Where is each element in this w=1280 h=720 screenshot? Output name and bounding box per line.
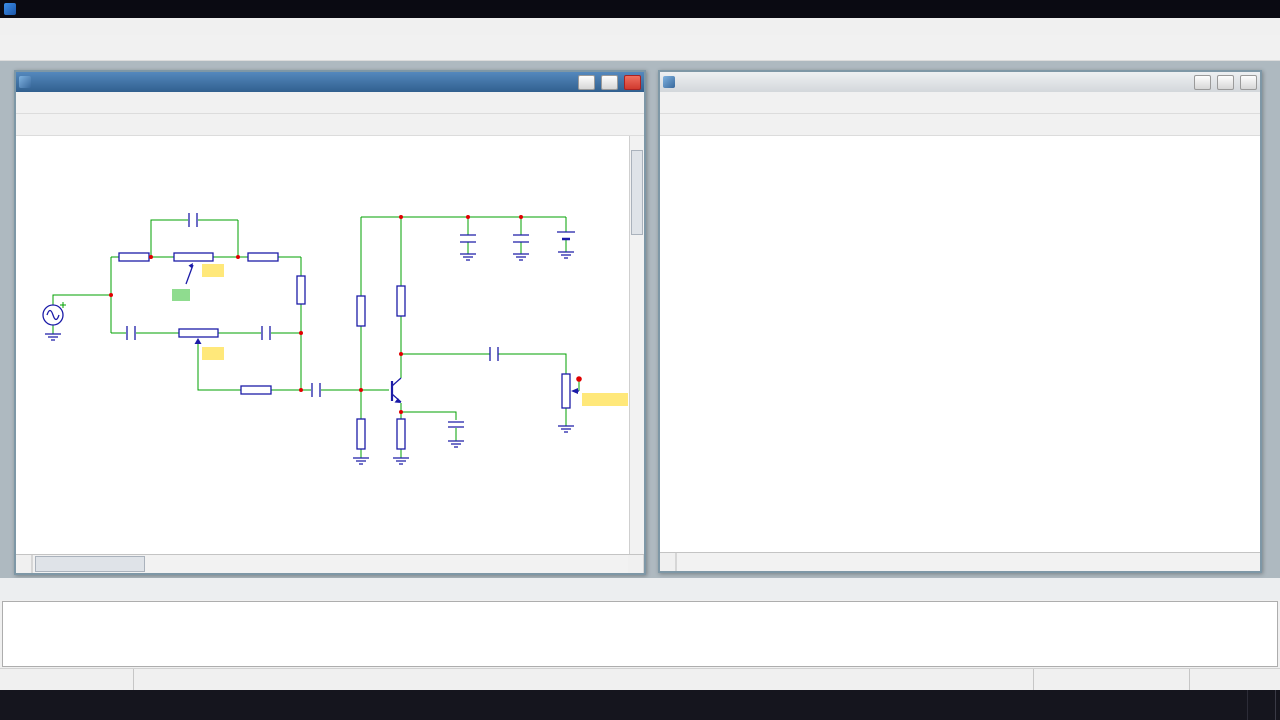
schematic-tab-strip bbox=[16, 554, 644, 573]
taskbar bbox=[0, 690, 1280, 720]
capacitor-c5-symbol[interactable] bbox=[448, 422, 464, 427]
text-output-panel[interactable] bbox=[2, 601, 1278, 667]
capacitor-c2-symbol[interactable] bbox=[189, 213, 197, 227]
main-toolbar bbox=[0, 35, 1280, 61]
source-v1-symbol[interactable] bbox=[43, 305, 63, 325]
show-desktop-button[interactable] bbox=[1275, 690, 1280, 720]
x1-setting-bg bbox=[172, 289, 190, 301]
status-bar bbox=[0, 668, 1280, 690]
schematic-vertical-scrollbar[interactable] bbox=[629, 136, 644, 554]
bass-tag-bg bbox=[202, 264, 224, 277]
mdi-area bbox=[0, 61, 1280, 578]
schematic-horizontal-scrollbar[interactable] bbox=[16, 555, 644, 573]
action-center-icon[interactable] bbox=[1247, 690, 1275, 720]
scroll-track[interactable] bbox=[676, 553, 1260, 571]
schematic-canvas[interactable] bbox=[16, 136, 629, 554]
schematic-window-titlebar[interactable] bbox=[16, 72, 644, 92]
schematic-restore-button[interactable] bbox=[601, 75, 618, 90]
collapse-button[interactable] bbox=[660, 553, 676, 571]
schematic-drawing[interactable] bbox=[16, 136, 629, 554]
transistor-q1-symbol[interactable] bbox=[392, 378, 401, 403]
volume-tag-bg bbox=[582, 393, 628, 406]
plot-close-button[interactable] bbox=[1240, 75, 1257, 90]
status-spacer bbox=[1190, 669, 1280, 690]
document-tabs bbox=[0, 578, 1280, 600]
scroll-up-icon[interactable] bbox=[630, 136, 644, 150]
ac-analysis-icon bbox=[663, 76, 675, 88]
capacitor-c8-symbol[interactable] bbox=[490, 347, 498, 361]
scroll-track[interactable] bbox=[630, 150, 644, 540]
menu-bar bbox=[0, 18, 1280, 35]
app-icon bbox=[4, 3, 16, 15]
scroll-right-icon[interactable] bbox=[628, 555, 644, 573]
system-tray bbox=[1215, 690, 1280, 720]
status-hint bbox=[134, 669, 1034, 690]
scroll-thumb[interactable] bbox=[35, 556, 145, 572]
plot-toolbar-2 bbox=[660, 114, 1260, 136]
capacitor-c6-symbol[interactable] bbox=[513, 235, 529, 242]
capacitor-c7-symbol[interactable] bbox=[460, 235, 476, 242]
scroll-left-icon[interactable] bbox=[16, 555, 32, 573]
schematic-toolbar-2 bbox=[16, 114, 644, 136]
node-dots bbox=[109, 215, 582, 414]
plot-minimize-button[interactable] bbox=[1194, 75, 1211, 90]
ac-analysis-plot[interactable] bbox=[660, 136, 1260, 552]
capacitor-c1-symbol[interactable] bbox=[127, 326, 135, 340]
resistor-r5-symbol[interactable] bbox=[397, 419, 405, 449]
schematic-close-button[interactable] bbox=[624, 75, 641, 90]
scroll-down-icon[interactable] bbox=[630, 540, 644, 554]
scroll-track[interactable] bbox=[32, 555, 628, 573]
app-titlebar bbox=[0, 0, 1280, 18]
schematic-toolbar-1 bbox=[16, 92, 644, 114]
resistor-r7-symbol[interactable] bbox=[357, 296, 365, 326]
plot-canvas[interactable] bbox=[660, 136, 1260, 552]
component-symbols[interactable] bbox=[43, 213, 579, 464]
treble-tag-bg bbox=[202, 347, 224, 360]
plot-toolbar-1 bbox=[660, 92, 1260, 114]
schematic-window bbox=[14, 70, 646, 575]
resistor-r2-symbol[interactable] bbox=[248, 253, 278, 261]
resistor-r4-symbol[interactable] bbox=[241, 386, 271, 394]
resistor-r8-symbol[interactable] bbox=[397, 286, 405, 316]
out-node-dot bbox=[576, 376, 582, 382]
schematic-document-icon bbox=[19, 76, 31, 88]
schematic-tags[interactable] bbox=[172, 264, 628, 406]
resistor-r1-symbol[interactable] bbox=[119, 253, 149, 261]
micro-cap-application: { "titlebar":{"title":"Micro-Cap 11.0.1.… bbox=[0, 0, 1280, 720]
schematic-minimize-button[interactable] bbox=[578, 75, 595, 90]
potentiometer-x2-symbol[interactable] bbox=[179, 329, 218, 344]
scroll-thumb[interactable] bbox=[631, 150, 643, 235]
resistor-r6-symbol[interactable] bbox=[357, 419, 365, 449]
status-mode bbox=[0, 669, 134, 690]
plot-restore-button[interactable] bbox=[1217, 75, 1234, 90]
battery-v2-symbol[interactable] bbox=[557, 232, 575, 239]
capacitor-c4-symbol[interactable] bbox=[312, 383, 320, 397]
capacitor-c3-symbol[interactable] bbox=[262, 326, 270, 340]
plot-tab-strip bbox=[660, 552, 1260, 571]
ac-analysis-window bbox=[658, 70, 1262, 573]
resistor-r3-symbol[interactable] bbox=[297, 276, 305, 304]
ground-symbols bbox=[45, 252, 574, 464]
status-grid bbox=[1034, 669, 1190, 690]
ac-analysis-titlebar[interactable] bbox=[660, 72, 1260, 92]
